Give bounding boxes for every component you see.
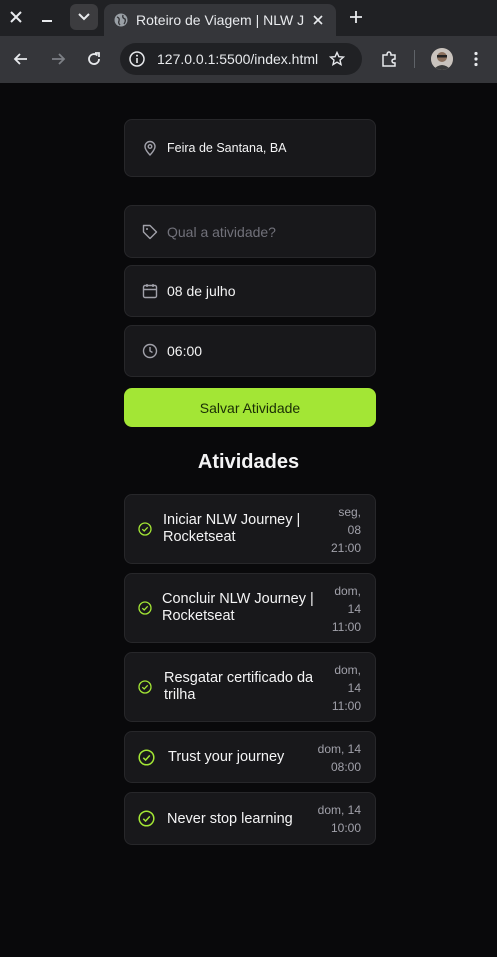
reload-icon[interactable] bbox=[82, 47, 106, 71]
activity-placeholder: Qual a atividade? bbox=[167, 223, 276, 240]
activity-item[interactable]: Trust your journey dom, 14 08:00 bbox=[124, 731, 376, 783]
activity-item[interactable]: Resgatar certificado da trilha dom, 14 11:0… bbox=[124, 652, 376, 722]
activity-input[interactable]: Qual a atividade? bbox=[124, 205, 376, 258]
check-circle-icon bbox=[138, 810, 155, 827]
tab-close-icon[interactable] bbox=[308, 10, 328, 30]
clock-icon bbox=[142, 343, 158, 359]
map-pin-icon bbox=[144, 140, 156, 156]
activity-item[interactable]: Iniciar NLW Journey | Rocketseat seg, 08 21… bbox=[124, 494, 376, 564]
browser-tab[interactable]: Roteiro de Viagem | NLW Journey bbox=[104, 4, 336, 36]
check-circle-icon bbox=[138, 680, 152, 694]
window-minimize-icon[interactable] bbox=[34, 5, 60, 29]
check-circle-icon bbox=[138, 749, 155, 766]
activity-label: Trust your journey bbox=[168, 749, 285, 765]
url-text: 127.0.0.1:5500/index.html bbox=[157, 51, 319, 67]
new-tab-icon[interactable] bbox=[344, 5, 368, 29]
profile-avatar[interactable] bbox=[431, 48, 453, 70]
chevron-down-icon bbox=[78, 13, 90, 21]
time-input[interactable]: 06:00 bbox=[124, 325, 376, 377]
date-value: 08 de julho bbox=[167, 283, 236, 299]
activity-label: Never stop learning bbox=[167, 811, 293, 827]
back-arrow-icon[interactable] bbox=[9, 47, 33, 71]
star-icon[interactable] bbox=[329, 51, 345, 67]
tab-search-button[interactable] bbox=[70, 4, 98, 30]
globe-icon bbox=[114, 13, 128, 27]
activity-date: dom, 14 08:00 bbox=[317, 742, 361, 774]
tag-icon bbox=[142, 224, 158, 239]
activity-label: Iniciar NLW Journey | Rocketseat bbox=[163, 512, 301, 545]
save-activity-button[interactable]: Salvar Atividade bbox=[124, 388, 376, 427]
time-value: 06:00 bbox=[167, 343, 203, 359]
more-menu-icon[interactable] bbox=[473, 51, 479, 67]
tab-title: Roteiro de Viagem | NLW Journey bbox=[136, 12, 304, 28]
activity-label: Resgatar certificado da trilha bbox=[164, 670, 314, 703]
browser-tab-bar: Roteiro de Viagem | NLW Journey bbox=[0, 0, 497, 36]
location-value: Feira de Santana, BA bbox=[167, 141, 287, 155]
extensions-icon[interactable] bbox=[380, 50, 398, 68]
toolbar-divider bbox=[414, 50, 415, 68]
window-close-icon[interactable] bbox=[3, 5, 29, 29]
activity-label: Concluir NLW Journey | Rocketseat bbox=[162, 591, 314, 624]
browser-toolbar: 127.0.0.1:5500/index.html bbox=[0, 36, 497, 83]
activity-date: seg, 08 21:00 bbox=[330, 505, 361, 555]
check-circle-icon bbox=[138, 522, 152, 536]
forward-arrow-icon[interactable] bbox=[46, 47, 70, 71]
check-circle-icon bbox=[138, 601, 152, 615]
activity-item[interactable]: Concluir NLW Journey | Rocketseat dom, 14 1… bbox=[124, 573, 376, 643]
activity-date: dom, 14 11:00 bbox=[331, 663, 361, 713]
activity-item[interactable]: Never stop learning dom, 14 10:00 bbox=[124, 792, 376, 845]
activity-date: dom, 14 11:00 bbox=[331, 584, 361, 634]
activity-date: dom, 14 10:00 bbox=[317, 803, 361, 835]
location-card: Feira de Santana, BA bbox=[124, 119, 376, 177]
site-info-icon[interactable] bbox=[129, 51, 145, 67]
calendar-icon bbox=[142, 284, 158, 299]
activities-title: Atividades bbox=[197, 451, 300, 473]
date-input[interactable]: 08 de julho bbox=[124, 265, 376, 317]
address-bar[interactable]: 127.0.0.1:5500/index.html bbox=[120, 43, 362, 75]
